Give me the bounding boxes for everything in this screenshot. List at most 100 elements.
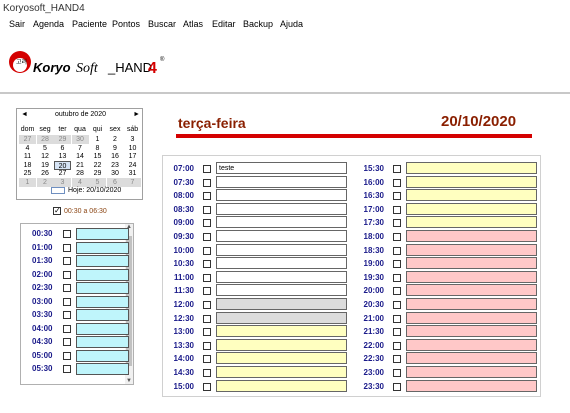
slot-input[interactable] xyxy=(216,325,347,338)
menu-editar[interactable]: Editar xyxy=(212,19,236,29)
slot-checkbox[interactable] xyxy=(203,246,211,255)
slot-input[interactable] xyxy=(76,349,129,362)
menu-paciente[interactable]: Paciente xyxy=(72,19,107,29)
slot-checkbox[interactable] xyxy=(203,328,211,337)
slot-input[interactable] xyxy=(216,216,347,229)
slot-input[interactable] xyxy=(216,230,347,242)
slot-checkbox[interactable] xyxy=(63,324,71,333)
scroll-down-icon[interactable]: ▼ xyxy=(125,378,133,384)
slot-input[interactable] xyxy=(406,352,537,365)
slot-input[interactable] xyxy=(406,270,537,283)
slot-checkbox[interactable] xyxy=(63,365,71,373)
slot-checkbox[interactable] xyxy=(203,369,211,377)
slot-input[interactable] xyxy=(216,243,347,256)
slot-input[interactable] xyxy=(216,338,347,351)
slot-checkbox[interactable] xyxy=(203,341,211,350)
menu-agenda[interactable]: Agenda xyxy=(33,19,64,29)
slot-checkbox[interactable] xyxy=(393,219,401,228)
slot-input[interactable] xyxy=(406,298,537,310)
slot-input[interactable] xyxy=(406,175,537,188)
slot-checkbox[interactable] xyxy=(393,246,401,255)
slot-checkbox[interactable] xyxy=(393,369,401,377)
slot-checkbox[interactable] xyxy=(393,314,401,323)
slot-input[interactable] xyxy=(76,336,129,348)
slot-checkbox[interactable] xyxy=(63,230,71,238)
slot-input[interactable] xyxy=(76,255,129,267)
slot-checkbox[interactable] xyxy=(203,260,211,269)
night-slot-list[interactable]: ▲ ▼ 00:30 01:00 01:30 02:00 02:30 03:00 03:30 0… xyxy=(20,223,134,385)
slot-input[interactable] xyxy=(76,268,129,281)
slot-checkbox[interactable] xyxy=(393,178,401,187)
slot-input[interactable] xyxy=(216,284,347,297)
slot-checkbox[interactable] xyxy=(203,219,211,228)
menu-buscar[interactable]: Buscar xyxy=(148,19,176,29)
slot-checkbox[interactable] xyxy=(63,311,71,319)
slot-input[interactable] xyxy=(406,366,537,378)
slot-checkbox[interactable] xyxy=(203,273,211,282)
slot-checkbox[interactable] xyxy=(203,301,211,309)
night-range-toggle[interactable]: 00:30 a 06:30 xyxy=(53,206,107,215)
slot-checkbox[interactable] xyxy=(63,257,71,265)
calendar-day[interactable]: 6 xyxy=(106,177,124,187)
slot-checkbox[interactable] xyxy=(203,205,211,214)
slot-input[interactable] xyxy=(406,216,537,229)
slot-checkbox[interactable] xyxy=(203,382,211,391)
slot-input[interactable] xyxy=(406,311,537,324)
slot-input[interactable] xyxy=(216,379,347,392)
menu-pontos[interactable]: Pontos xyxy=(112,19,140,29)
slot-input[interactable] xyxy=(406,379,537,392)
calendar-today[interactable]: Hoje: 20/10/2020 xyxy=(51,187,121,194)
slot-checkbox[interactable] xyxy=(203,355,211,364)
slot-input[interactable] xyxy=(406,162,537,174)
slot-input[interactable] xyxy=(76,241,129,254)
slot-checkbox[interactable] xyxy=(203,192,211,201)
slot-input[interactable] xyxy=(216,366,347,378)
slot-checkbox[interactable] xyxy=(393,260,401,269)
slot-input[interactable] xyxy=(406,230,537,242)
slot-input[interactable] xyxy=(76,282,129,294)
slot-checkbox[interactable] xyxy=(203,287,211,296)
slot-input[interactable] xyxy=(406,325,537,338)
slot-checkbox[interactable] xyxy=(63,338,71,346)
slot-checkbox[interactable] xyxy=(393,273,401,282)
slot-input[interactable] xyxy=(216,352,347,365)
slot-input[interactable] xyxy=(406,338,537,351)
calendar-day[interactable]: 2 xyxy=(36,177,54,187)
next-month-icon[interactable]: ► xyxy=(133,111,140,118)
slot-checkbox[interactable] xyxy=(393,192,401,201)
calendar-day[interactable]: 1 xyxy=(19,177,36,187)
slot-checkbox[interactable] xyxy=(203,165,211,173)
slot-checkbox[interactable] xyxy=(203,178,211,187)
slot-input[interactable] xyxy=(216,175,347,188)
menu-sair[interactable]: Sair xyxy=(9,19,25,29)
slot-checkbox[interactable] xyxy=(393,301,401,309)
slot-checkbox[interactable] xyxy=(63,351,71,360)
slot-checkbox[interactable] xyxy=(393,205,401,214)
slot-checkbox[interactable] xyxy=(393,233,401,241)
slot-input[interactable] xyxy=(76,295,129,308)
prev-month-icon[interactable]: ◄ xyxy=(21,111,28,118)
slot-input[interactable] xyxy=(216,257,347,270)
slot-checkbox[interactable] xyxy=(63,243,71,252)
menu-ajuda[interactable]: Ajuda xyxy=(280,19,303,29)
slot-checkbox[interactable] xyxy=(393,355,401,364)
calendar-day[interactable]: 4 xyxy=(71,177,89,187)
slot-input[interactable] xyxy=(76,228,129,240)
month-calendar[interactable]: ◄ outubro de 2020 ► dom seg ter qua qui sex sá… xyxy=(16,108,143,200)
slot-input[interactable] xyxy=(216,270,347,283)
slot-input[interactable] xyxy=(406,202,537,215)
calendar-month-label[interactable]: outubro de 2020 xyxy=(55,111,106,118)
calendar-day[interactable]: 5 xyxy=(89,177,106,187)
slot-input[interactable] xyxy=(406,284,537,297)
menu-backup[interactable]: Backup xyxy=(243,19,273,29)
slot-input[interactable] xyxy=(76,309,129,321)
menu-atlas[interactable]: Atlas xyxy=(183,19,203,29)
slot-checkbox[interactable] xyxy=(63,284,71,292)
slot-checkbox[interactable] xyxy=(393,341,401,350)
night-range-checkbox[interactable] xyxy=(53,206,61,215)
slot-input[interactable] xyxy=(406,257,537,270)
slot-input[interactable] xyxy=(76,363,129,375)
slot-checkbox[interactable] xyxy=(393,287,401,296)
calendar-day[interactable]: 7 xyxy=(124,177,141,187)
slot-input[interactable] xyxy=(406,243,537,256)
